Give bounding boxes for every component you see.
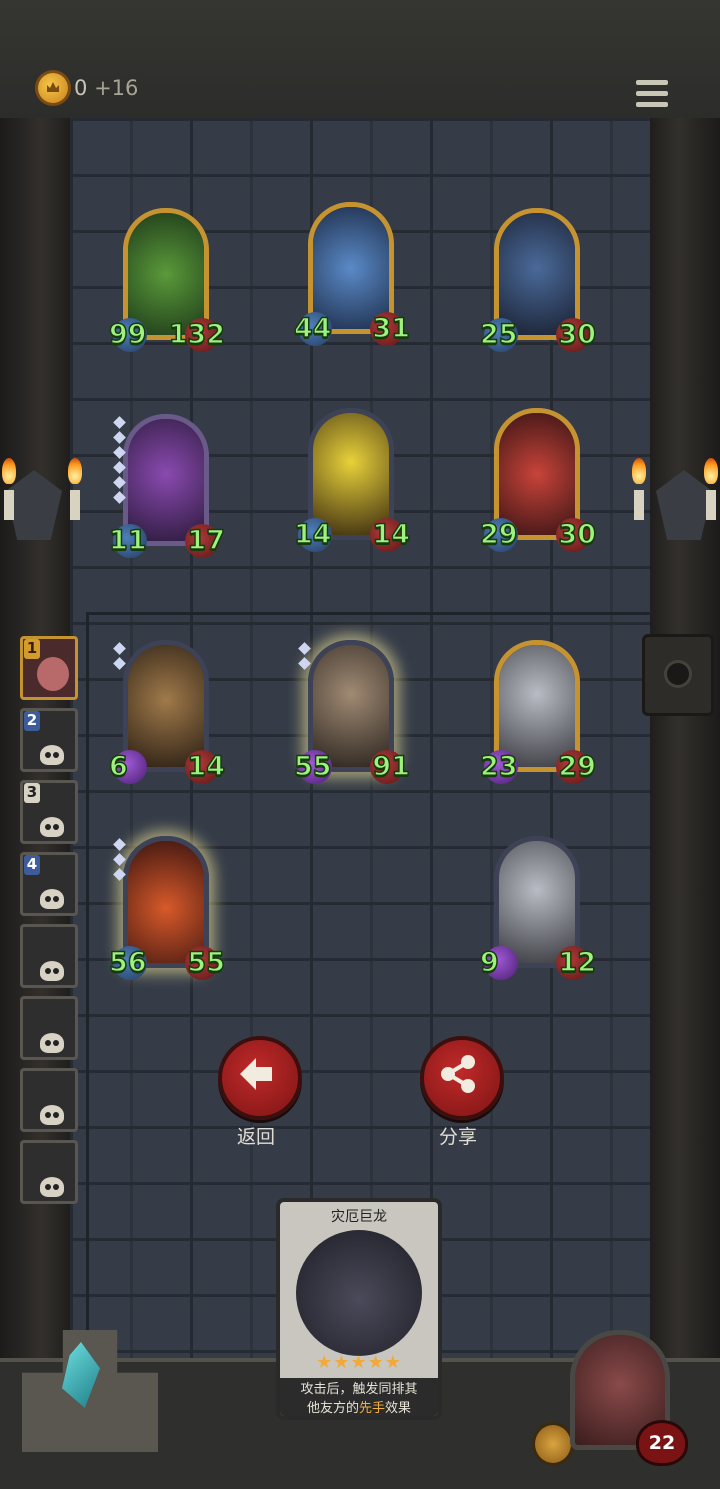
enemy-card-red-demon[interactable]: 29 30 [479,408,597,552]
skull-icon [40,1177,64,1197]
star-rating: ★★★★★ [316,1352,402,1373]
skull-icon [40,817,64,837]
candle-flame-icon [68,458,82,484]
naga-priest-icon [313,413,389,535]
gem-pips [113,838,126,885]
adventurer-icon [128,645,204,767]
health-value: 55 [187,947,226,978]
enemy-card-naga-priest[interactable]: 14 14 [293,408,411,552]
steel-knight-icon [499,645,575,767]
attack-value: 55 [293,751,332,782]
card-description: 攻击后，触发同排其 他友方的先手效果 [280,1378,438,1416]
enemy-card-blue-dragon[interactable]: 44 31 [293,202,411,346]
health-value: 14 [187,751,226,782]
hamburger-menu-icon[interactable] [636,80,668,110]
gold-counter: 0 +16 [74,76,138,100]
attack-value: 9 [479,947,499,978]
attack-value: 14 [293,519,332,550]
gold-bonus: +16 [94,76,139,100]
gem-pips [113,416,126,508]
health-value: 132 [168,319,226,350]
leaderboard-slot-3[interactable]: 3 [20,780,78,844]
blue-dragon-icon [313,207,389,329]
player-avatar [37,657,69,691]
rank-number: 1 [24,639,40,659]
health-value: 29 [558,751,597,782]
skull-icon [40,961,64,981]
armored-knight-icon [499,213,575,335]
player-card-steel-knight[interactable]: 23 29 [479,640,597,784]
attack-value: 99 [108,319,147,350]
candle-flame-icon [704,458,718,484]
share-icon [441,1055,475,1093]
attack-value: 56 [108,947,147,978]
share-label: 分享 [438,1126,477,1148]
health-value: 12 [558,947,597,978]
shield-icon [532,1422,574,1466]
enemy-card-doom-dragon[interactable]: 11 17 [108,414,226,558]
health-value: 31 [372,313,411,344]
attack-value: 23 [479,751,518,782]
back-label: 返回 [236,1126,275,1148]
rank-number: 4 [24,855,40,875]
gold-amount: 0 [74,76,88,100]
enemy-card-green-dragon[interactable]: 99 132 [108,208,226,352]
crown-coin-icon [38,73,68,103]
candle-flame-icon [632,458,646,484]
hero-health: 22 [636,1420,688,1466]
gem-pips [298,642,311,674]
back-button[interactable] [218,1036,302,1120]
gem-pips [113,642,126,674]
keyword-highlight: 先手 [358,1401,385,1416]
leaderboard-slot-8[interactable] [20,1140,78,1204]
health-value: 17 [187,525,226,556]
skull-icon [40,745,64,765]
attack-value: 6 [108,751,128,782]
green-dragon-icon [128,213,204,335]
hero-info-card[interactable]: 灾厄巨龙 ★★★★★ 攻击后，触发同排其 他友方的先手效果 [276,1198,442,1420]
card-title: 灾厄巨龙 [331,1209,387,1225]
leaderboard-slot-1[interactable]: 1 [20,636,78,700]
top-bar: 0 +16 [0,0,720,121]
leaderboard-slot-4[interactable]: 4 [20,852,78,916]
health-value: 30 [558,319,597,350]
leaderboard-slot-2[interactable]: 2 [20,708,78,772]
arrow-left-icon [240,1058,272,1090]
rank-number: 3 [24,783,40,803]
red-demon-icon [499,413,575,535]
leaderboard-slot-5[interactable] [20,924,78,988]
health-value: 30 [558,519,597,550]
health-value: 14 [372,519,411,550]
share-button[interactable] [420,1036,504,1120]
skull-icon [40,1033,64,1053]
player-card-fire-dragon[interactable]: 56 55 [108,836,226,980]
enemy-card-armored-knight[interactable]: 25 30 [479,208,597,352]
fire-dragon-icon [128,841,204,963]
player-card-brute[interactable]: 55 91 [293,640,411,784]
health-value: 91 [372,751,411,782]
rank-number: 2 [24,711,40,731]
player-card-steel-knight-2[interactable]: 9 12 [479,836,597,980]
attack-value: 29 [479,519,518,550]
attack-value: 25 [479,319,518,350]
right-pillar [650,118,720,1358]
attack-value: 44 [293,313,332,344]
attack-value: 11 [108,525,147,556]
leaderboard-slot-6[interactable] [20,996,78,1060]
candle-flame-icon [2,458,16,484]
player-card-adventurer[interactable]: 6 14 [108,640,226,784]
skull-icon [40,1105,64,1125]
doom-dragon-portrait [296,1230,422,1356]
brute-icon [313,645,389,767]
skull-icon [40,889,64,909]
doom-dragon-icon [128,419,204,541]
door-handle [642,634,714,716]
leaderboard-slot-7[interactable] [20,1068,78,1132]
steel-knight-icon [499,841,575,963]
